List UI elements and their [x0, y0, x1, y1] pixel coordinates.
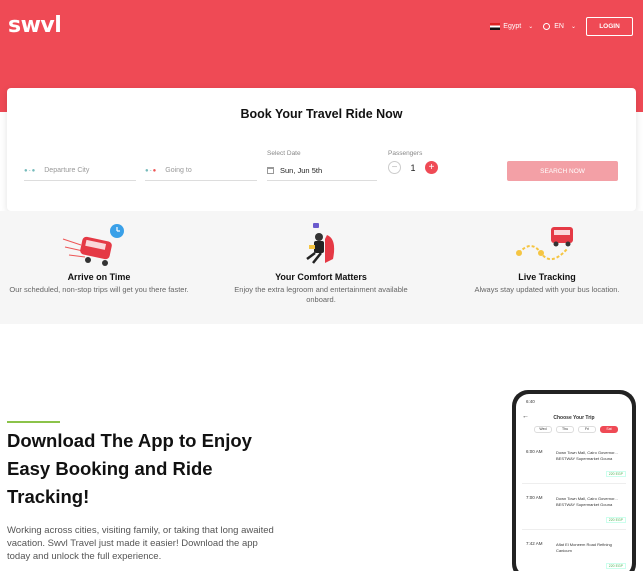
- globe-icon: [543, 23, 551, 30]
- feature-desc: Always stay updated with your bus locati…: [474, 285, 620, 294]
- top-nav: Egypt ⌄ EN ⌄ LOGIN: [490, 17, 633, 36]
- departure-placeholder: Departure City: [44, 167, 90, 174]
- trip-price: 220 EGP: [605, 563, 626, 569]
- features-section: Arrive on Time Our scheduled, non-stop t…: [0, 211, 643, 324]
- feature-title: Arrive on Time: [67, 272, 131, 282]
- date-label: Select Date: [267, 150, 301, 157]
- increase-passengers-button[interactable]: +: [425, 161, 438, 174]
- phone-title: Choose Your Trip: [553, 415, 595, 421]
- passengers-stepper: − 1 +: [388, 161, 438, 174]
- trip-card: 7:00 AM Down Town Mall, Cairo Governor..…: [522, 486, 626, 530]
- search-now-button[interactable]: SEARCH NOW: [507, 161, 618, 181]
- route-dots-icon: ●-●: [145, 167, 158, 174]
- trip-route: Down Town Mall, Cairo Governor... BESTWA…: [556, 496, 618, 507]
- booking-card: Book Your Travel Ride Now ●-● Departure …: [7, 88, 636, 211]
- trip-price: 220 EGP: [605, 517, 626, 523]
- trip-card: 6:00 AM Down Town Mall, Cairo Governor..…: [522, 440, 626, 484]
- destination-input[interactable]: ●-● Going to: [145, 161, 257, 181]
- day-tab: Sat: [600, 426, 618, 433]
- trip-route: Aflat El Moneem Road Refining Canicum: [556, 542, 612, 553]
- chevron-down-icon: ⌄: [528, 24, 534, 30]
- decrease-passengers-button[interactable]: −: [388, 161, 401, 174]
- trip-time: 7:00 AM: [526, 495, 543, 500]
- passengers-count: 1: [410, 162, 416, 173]
- phone-mockup: 6:40 ← Choose Your Trip Wed Thu Fri Sat …: [512, 390, 636, 571]
- egypt-flag-icon: [490, 23, 501, 30]
- chevron-down-icon: ⌄: [570, 24, 576, 30]
- app-description: Working across cities, visiting family, …: [7, 525, 274, 562]
- trip-price: 220 EGP: [605, 471, 626, 477]
- day-tab: Fri: [578, 426, 596, 433]
- tracking-map-icon: [516, 227, 573, 260]
- feature-title: Your Comfort Matters: [275, 272, 367, 282]
- speeding-bus-icon: [62, 224, 124, 266]
- language-label: EN: [554, 23, 564, 30]
- phone-screen: 6:40 ← Choose Your Trip Wed Thu Fri Sat …: [516, 394, 632, 571]
- day-tab: Wed: [534, 426, 552, 433]
- feature-desc: Enjoy the extra legroom and entertainmen…: [234, 285, 408, 304]
- country-selector[interactable]: Egypt ⌄: [490, 23, 533, 30]
- destination-placeholder: Going to: [165, 167, 192, 174]
- feature-desc: Our scheduled, non-stop trips will get y…: [9, 285, 189, 294]
- phone-time: 6:40: [526, 399, 535, 404]
- trip-card: 7:42 AM Aflat El Moneem Road Refining Ca…: [522, 532, 626, 571]
- day-tab: Thu: [556, 426, 574, 433]
- swvl-logo[interactable]: swvl: [8, 13, 62, 38]
- app-heading: Download The App to Enjoy Easy Booking a…: [7, 430, 252, 507]
- trip-time: 6:00 AM: [526, 449, 543, 454]
- feature-title: Live Tracking: [518, 272, 576, 282]
- passenger-seat-icon: [306, 223, 335, 264]
- feature-comfort: Your Comfort Matters Enjoy the extra leg…: [221, 211, 421, 305]
- route-dots-icon: ●-●: [24, 167, 37, 174]
- booking-title: Book Your Travel Ride Now: [240, 107, 403, 121]
- passengers-label: Passengers: [388, 150, 423, 157]
- date-value: Sun, Jun 5th: [280, 166, 323, 175]
- country-label: Egypt: [503, 23, 522, 30]
- language-selector[interactable]: EN ⌄: [543, 23, 576, 30]
- phone-day-tabs: Wed Thu Fri Sat: [534, 426, 622, 433]
- trip-time: 7:42 AM: [526, 541, 543, 546]
- login-button[interactable]: LOGIN: [586, 17, 633, 36]
- feature-live-tracking: Live Tracking Always stay updated with y…: [447, 211, 643, 295]
- section-accent-line: [7, 421, 60, 423]
- trip-route: Down Town Mall, Cairo Governor... BESTWA…: [556, 450, 618, 461]
- calendar-icon: [267, 167, 274, 174]
- feature-arrive-on-time: Arrive on Time Our scheduled, non-stop t…: [0, 211, 199, 295]
- departure-city-input[interactable]: ●-● Departure City: [24, 161, 136, 181]
- date-picker[interactable]: Sun, Jun 5th: [267, 161, 377, 181]
